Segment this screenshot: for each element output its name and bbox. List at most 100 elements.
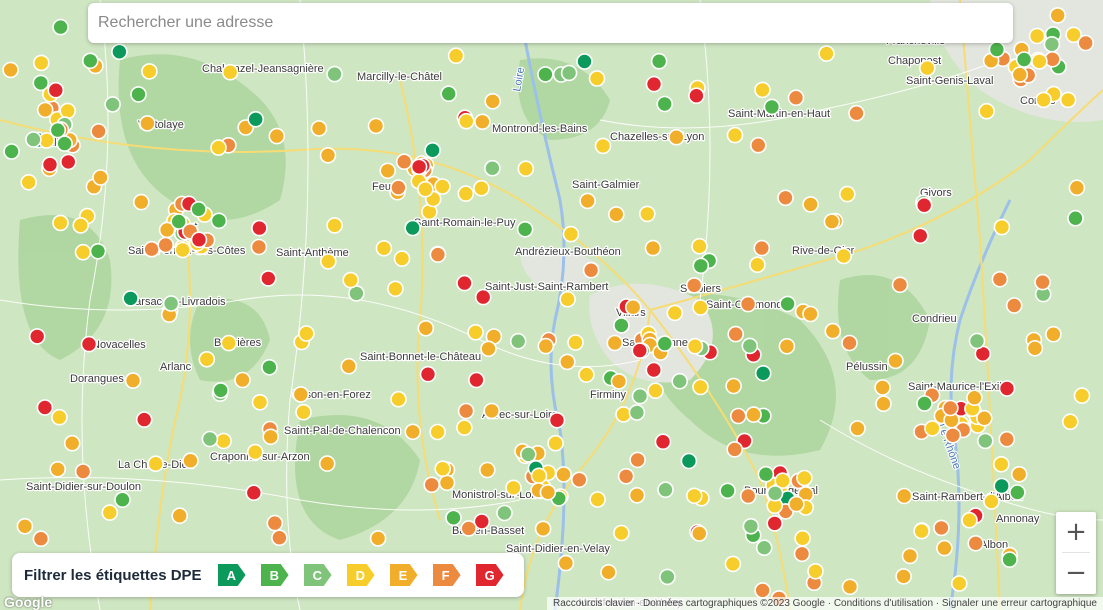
dpe-marker[interactable] — [1015, 51, 1033, 68]
dpe-marker[interactable] — [975, 409, 993, 427]
dpe-marker[interactable] — [688, 87, 705, 104]
dpe-marker[interactable] — [395, 153, 413, 170]
dpe-marker[interactable] — [754, 364, 772, 382]
dpe-marker[interactable] — [250, 238, 268, 256]
dpe-marker[interactable] — [457, 185, 475, 202]
dpe-marker[interactable] — [1028, 27, 1046, 45]
dpe-marker[interactable] — [326, 217, 343, 234]
dpe-marker[interactable] — [745, 406, 762, 423]
dpe-marker[interactable] — [468, 371, 485, 389]
dpe-marker[interactable] — [727, 325, 745, 343]
dpe-marker[interactable] — [582, 261, 600, 279]
dpe-marker[interactable] — [92, 169, 109, 186]
dpe-marker[interactable] — [124, 372, 142, 389]
dpe-marker[interactable] — [261, 358, 278, 376]
dpe-marker[interactable] — [49, 460, 67, 478]
dpe-marker[interactable] — [32, 530, 50, 548]
dpe-marker[interactable] — [749, 136, 767, 154]
dpe-marker[interactable] — [440, 85, 458, 102]
dpe-marker[interactable] — [666, 304, 684, 322]
dpe-marker[interactable] — [369, 530, 387, 547]
dpe-marker[interactable] — [624, 298, 642, 316]
dpe-marker[interactable] — [215, 432, 232, 450]
dpe-marker[interactable] — [778, 337, 796, 355]
dpe-marker[interactable] — [390, 390, 407, 408]
dpe-marker[interactable] — [657, 481, 674, 499]
dpe-marker[interactable] — [547, 434, 564, 452]
dpe-marker[interactable] — [174, 241, 191, 259]
dpe-marker[interactable] — [1001, 551, 1018, 568]
dpe-marker[interactable] — [680, 452, 698, 470]
dpe-marker[interactable] — [80, 335, 98, 353]
dpe-marker[interactable] — [913, 522, 930, 540]
dpe-marker[interactable] — [613, 317, 630, 334]
dpe-marker[interactable] — [379, 162, 397, 180]
dpe-marker[interactable] — [319, 253, 337, 270]
dpe-marker[interactable] — [1049, 7, 1066, 24]
dpe-marker[interactable] — [788, 495, 805, 513]
dpe-marker[interactable] — [410, 158, 428, 176]
dpe-marker[interactable] — [558, 353, 576, 371]
dpe-marker[interactable] — [170, 213, 187, 230]
dpe-marker[interactable] — [692, 257, 710, 275]
dpe-marker[interactable] — [600, 563, 617, 581]
dpe-marker[interactable] — [967, 534, 985, 552]
dpe-marker[interactable] — [133, 193, 150, 211]
dpe-marker[interactable] — [2, 61, 19, 79]
dpe-marker[interactable] — [915, 196, 933, 214]
dpe-marker[interactable] — [555, 466, 572, 483]
dpe-marker[interactable] — [190, 201, 207, 218]
dpe-marker[interactable] — [891, 276, 909, 294]
dpe-marker[interactable] — [251, 393, 269, 411]
dpe-marker[interactable] — [534, 520, 552, 538]
dpe-marker[interactable] — [638, 205, 656, 223]
dpe-marker[interactable] — [835, 247, 853, 265]
dpe-marker[interactable] — [210, 212, 228, 230]
dpe-marker[interactable] — [976, 432, 994, 450]
dpe-marker[interactable] — [570, 471, 588, 489]
dpe-marker[interactable] — [220, 334, 238, 352]
dpe-marker[interactable] — [793, 545, 811, 563]
dpe-marker[interactable] — [766, 515, 784, 532]
dpe-marker[interactable] — [668, 128, 685, 146]
dpe-marker[interactable] — [460, 520, 478, 537]
dpe-marker[interactable] — [719, 482, 736, 500]
dpe-marker[interactable] — [725, 377, 742, 395]
dpe-marker[interactable] — [874, 379, 891, 396]
dpe-marker[interactable] — [530, 467, 548, 485]
dpe-marker[interactable] — [340, 357, 358, 375]
dpe-marker[interactable] — [729, 407, 747, 425]
dpe-marker[interactable] — [474, 288, 492, 306]
dpe-marker[interactable] — [754, 81, 771, 99]
dpe-marker[interactable] — [659, 568, 676, 586]
dpe-marker[interactable] — [20, 174, 38, 191]
dpe-marker[interactable] — [628, 486, 646, 504]
dpe-marker[interactable] — [147, 455, 164, 473]
minus-icon[interactable]: − — [1056, 553, 1096, 593]
dpe-marker[interactable] — [818, 45, 835, 62]
dpe-marker[interactable] — [966, 389, 983, 407]
dpe-marker[interactable] — [911, 227, 929, 245]
dpe-marker[interactable] — [647, 382, 664, 400]
dpe-marker[interactable] — [692, 299, 709, 316]
dpe-tag-b[interactable]: B — [260, 564, 289, 586]
dpe-marker[interactable] — [613, 524, 630, 542]
dpe-marker[interactable] — [763, 98, 781, 116]
dpe-marker[interactable] — [741, 337, 759, 355]
dpe-marker[interactable] — [375, 240, 393, 257]
dpe-marker[interactable] — [1067, 209, 1084, 227]
dpe-marker[interactable] — [991, 270, 1009, 288]
dpe-marker[interactable] — [961, 511, 978, 529]
dpe-marker[interactable] — [90, 123, 107, 140]
dpe-marker[interactable] — [594, 137, 612, 155]
dpe-marker[interactable] — [47, 81, 65, 99]
dpe-marker[interactable] — [505, 479, 522, 497]
dpe-marker[interactable] — [484, 93, 502, 110]
dpe-marker[interactable] — [1073, 387, 1091, 404]
dpe-marker[interactable] — [1045, 325, 1062, 343]
dpe-marker[interactable] — [671, 372, 689, 390]
dpe-marker[interactable] — [645, 75, 663, 93]
dpe-marker[interactable] — [576, 53, 593, 70]
dpe-marker[interactable] — [63, 434, 81, 452]
dpe-marker[interactable] — [993, 218, 1011, 236]
